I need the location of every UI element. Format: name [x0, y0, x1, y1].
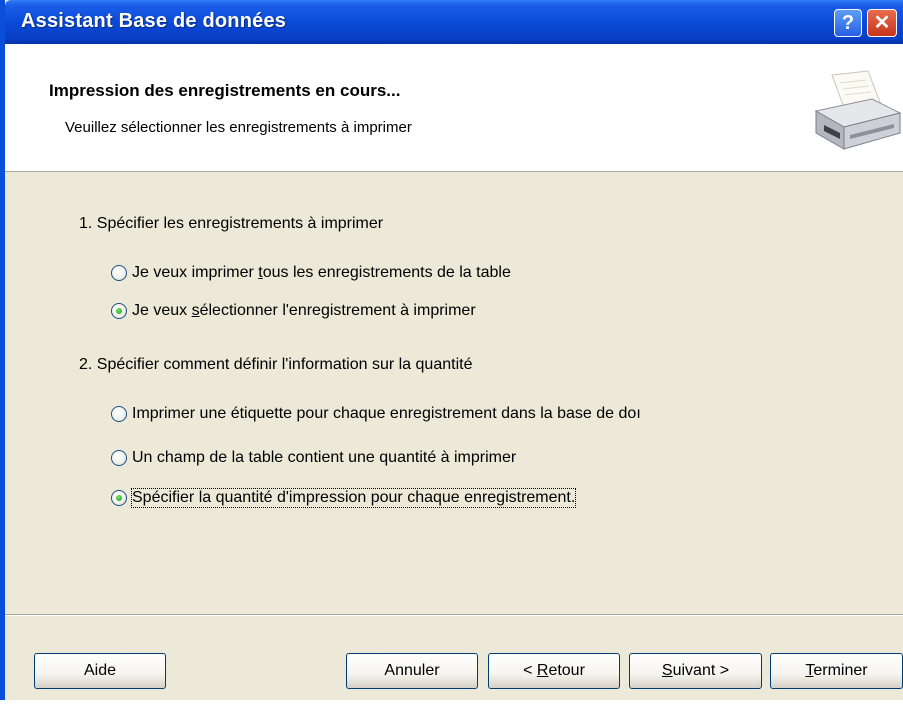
help-button[interactable]: Aide — [34, 653, 166, 689]
radio-unchecked-icon[interactable] — [111, 450, 127, 466]
header-title: Impression des enregistrements en cours.… — [49, 81, 401, 100]
finish-button-label: Terminer — [805, 662, 868, 679]
footer-separator — [5, 614, 903, 616]
back-button-label: < Retour — [523, 662, 585, 679]
radio-label-per-record[interactable]: Imprimer une étiquette pour chaque enreg… — [111, 402, 641, 426]
next-button[interactable]: Suivant > — [629, 653, 762, 689]
close-title-button[interactable]: ✕ — [867, 9, 897, 37]
radio-label: Un champ de la table contient une quanti… — [132, 449, 517, 466]
radio-unchecked-icon[interactable] — [111, 406, 127, 422]
radio-specify-quantity[interactable]: Spécifier la quantité d'impression pour … — [111, 486, 577, 510]
next-button-label: Suivant > — [661, 662, 730, 679]
wizard-content: 1. Spécifier les enregistrements à impri… — [5, 172, 903, 614]
radio-checked-icon[interactable] — [111, 303, 127, 319]
radio-label: Imprimer une étiquette pour chaque enreg… — [132, 405, 641, 422]
radio-checked-icon[interactable] — [111, 490, 127, 506]
finish-button[interactable]: Terminer — [770, 653, 903, 689]
section-records-label: 1. Spécifier les enregistrements à impri… — [79, 215, 384, 232]
header-subtitle: Veuillez sélectionner les enregistrement… — [65, 119, 412, 136]
window-title: Assistant Base de données — [21, 10, 287, 32]
wizard-header: Impression des enregistrements en cours.… — [5, 44, 903, 172]
section-quantity-label: 2. Spécifier comment définir l'informati… — [79, 356, 473, 373]
radio-print-all-records[interactable]: Je veux imprimer tous les enregistrement… — [111, 261, 511, 285]
title-bar[interactable]: Assistant Base de données ? ✕ — [5, 0, 903, 44]
printer-icon — [814, 70, 902, 150]
close-icon: ✕ — [873, 12, 891, 34]
wizard-window: Assistant Base de données ? ✕ Impression… — [0, 0, 903, 700]
radio-label: Spécifier la quantité d'impression pour … — [130, 488, 577, 508]
radio-unchecked-icon[interactable] — [111, 265, 127, 281]
help-icon: ? — [841, 12, 855, 34]
help-title-button[interactable]: ? — [834, 9, 862, 37]
back-button[interactable]: < Retour — [488, 653, 620, 689]
help-button-label: Aide — [83, 662, 117, 679]
cancel-button[interactable]: Annuler — [346, 653, 478, 689]
radio-label: Je veux sélectionner l'enregistrement à … — [132, 302, 476, 319]
radio-label: Je veux imprimer tous les enregistrement… — [132, 264, 511, 281]
cancel-button-label: Annuler — [384, 662, 440, 679]
radio-quantity-field[interactable]: Un champ de la table contient une quanti… — [111, 446, 516, 470]
radio-select-record[interactable]: Je veux sélectionner l'enregistrement à … — [111, 299, 476, 323]
